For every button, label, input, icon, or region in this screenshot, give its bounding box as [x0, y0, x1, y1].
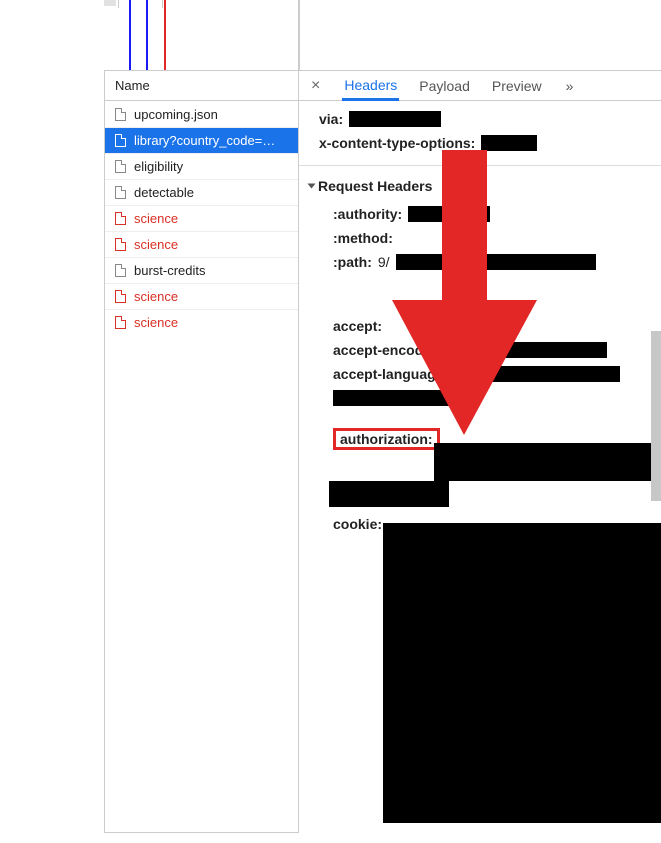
- file-icon: [115, 160, 126, 173]
- tab-payload[interactable]: Payload: [417, 72, 472, 99]
- header-key-cookie: cookie:: [333, 516, 382, 532]
- header-key: :path:: [333, 254, 372, 270]
- request-list: Name upcoming.json library?country_code=……: [104, 70, 299, 833]
- column-header-name[interactable]: Name: [105, 71, 298, 101]
- request-row[interactable]: science: [105, 283, 298, 309]
- header-entry: :path:9/: [333, 250, 661, 274]
- file-icon: [115, 290, 126, 303]
- header-key: x-content-type-options:: [319, 135, 475, 151]
- tab-headers[interactable]: Headers: [342, 71, 399, 101]
- timeline-marker: [164, 0, 166, 70]
- header-key: accept-language:: [333, 366, 448, 382]
- header-entry: x-content-type-options:: [319, 131, 661, 155]
- header-entry: via:: [319, 107, 661, 131]
- file-icon: [115, 108, 126, 121]
- redacted-value: [329, 481, 449, 507]
- request-row[interactable]: detectable: [105, 179, 298, 205]
- request-row-label: eligibility: [134, 159, 183, 174]
- request-row-label: upcoming.json: [134, 107, 218, 122]
- redacted-value: [349, 111, 441, 127]
- request-row-label: science: [134, 289, 178, 304]
- redacted-value: [455, 342, 607, 358]
- header-key: via:: [319, 111, 343, 127]
- request-row[interactable]: burst-credits: [105, 257, 298, 283]
- file-icon: [115, 238, 126, 251]
- header-key-authorization: authorization:: [340, 431, 433, 447]
- request-row-label: science: [134, 315, 178, 330]
- header-key: :authority:: [333, 206, 402, 222]
- redacted-value: [383, 523, 661, 823]
- timeline-marker: [146, 0, 148, 70]
- disclosure-triangle-icon: [308, 184, 316, 189]
- header-entry: accept:: [333, 314, 661, 338]
- file-icon: [115, 264, 126, 277]
- scrollbar-thumb[interactable]: [651, 331, 661, 501]
- header-entry: :method:: [333, 226, 661, 250]
- file-icon: [115, 316, 126, 329]
- tab-preview[interactable]: Preview: [490, 72, 544, 99]
- timeline-marker: [129, 0, 131, 70]
- file-icon: [115, 212, 126, 225]
- header-key: accept-encoding:: [333, 342, 449, 358]
- more-tabs-icon[interactable]: »: [566, 78, 574, 94]
- request-row-label: science: [134, 211, 178, 226]
- request-row[interactable]: science: [105, 205, 298, 231]
- header-entry: accept-encoding:: [333, 338, 661, 362]
- request-row-label: detectable: [134, 185, 194, 200]
- close-icon[interactable]: ×: [307, 77, 324, 95]
- request-row[interactable]: science: [105, 309, 298, 335]
- request-row[interactable]: library?country_code=…: [105, 127, 298, 153]
- redacted-value: [454, 366, 620, 382]
- redacted-value: [481, 135, 537, 151]
- request-row[interactable]: upcoming.json: [105, 101, 298, 127]
- header-key: accept:: [333, 318, 382, 334]
- network-timeline: [92, 0, 661, 70]
- request-row-label: library?country_code=…: [134, 133, 275, 148]
- request-row[interactable]: eligibility: [105, 153, 298, 179]
- file-icon: [115, 134, 126, 147]
- redacted-value: [408, 206, 490, 222]
- request-detail: × Headers Payload Preview » via: x-conten…: [299, 70, 661, 843]
- header-key: :method:: [333, 230, 393, 246]
- section-request-headers[interactable]: Request Headers: [309, 174, 661, 202]
- redacted-value: [434, 443, 661, 481]
- request-row-label: burst-credits: [134, 263, 206, 278]
- redacted-value: [396, 254, 596, 270]
- header-entry: accept-language:: [333, 362, 661, 386]
- authorization-highlight: authorization:: [333, 428, 440, 450]
- request-row-label: science: [134, 237, 178, 252]
- detail-tabs: × Headers Payload Preview »: [299, 71, 661, 101]
- request-row[interactable]: science: [105, 231, 298, 257]
- timeline-bar: [104, 0, 116, 6]
- header-entry: :authority:: [333, 202, 661, 226]
- file-icon: [115, 186, 126, 199]
- redacted-value: [333, 390, 475, 406]
